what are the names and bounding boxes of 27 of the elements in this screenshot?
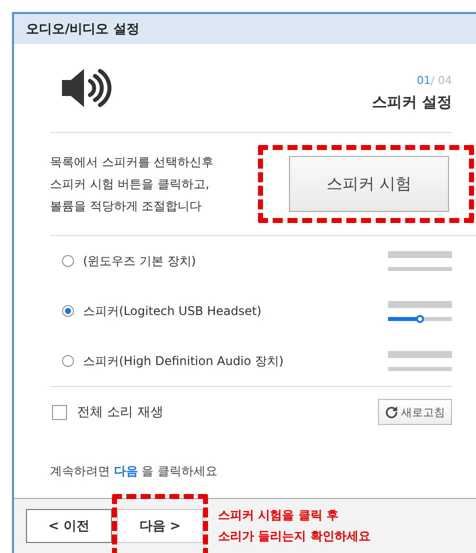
instruction-text: 목록에서 스피커를 선택하신후 xyxy=(50,154,214,170)
refresh-button[interactable]: 새로고침 xyxy=(378,399,452,425)
previous-button[interactable]: < 이전 xyxy=(26,509,112,543)
checkbox[interactable] xyxy=(52,404,67,420)
step-title: 스피커 설정 xyxy=(372,93,452,112)
next-button[interactable]: 다음 > xyxy=(117,509,203,543)
annotation-text: 스피커 시험을 클릭 후 xyxy=(218,507,340,524)
device-label: 스피커(Logitech USB Headset) xyxy=(83,302,262,320)
window-title: 오디오/비디오 설정 xyxy=(14,14,476,44)
speaker-icon xyxy=(60,67,114,109)
instruction-text: 볼륨을 적당하게 조절합니다 xyxy=(50,198,203,214)
annotation-text: 소리가 들리는지 확인하세요 xyxy=(218,528,370,545)
radio-button[interactable] xyxy=(62,305,74,317)
refresh-icon xyxy=(385,406,398,418)
level-meter xyxy=(388,301,452,308)
slider-thumb[interactable] xyxy=(416,315,424,323)
radio-button[interactable] xyxy=(62,255,74,267)
device-label: (윈도우즈 기본 장치) xyxy=(83,252,196,270)
continue-hint: 계속하려면 다음 을 클릭하세요 xyxy=(50,463,218,480)
instruction-text: 스피커 시험 버튼을 클릭하고, xyxy=(50,176,210,192)
step-counter: 01/ 04 xyxy=(416,74,452,87)
level-meter xyxy=(388,351,452,358)
play-all-label: 전체 소리 재생 xyxy=(77,404,164,421)
radio-button[interactable] xyxy=(62,355,74,367)
device-label: 스피커(High Definition Audio 장치) xyxy=(83,352,284,370)
speaker-test-button[interactable]: 스피커 시험 xyxy=(289,156,449,212)
level-meter xyxy=(388,251,452,258)
